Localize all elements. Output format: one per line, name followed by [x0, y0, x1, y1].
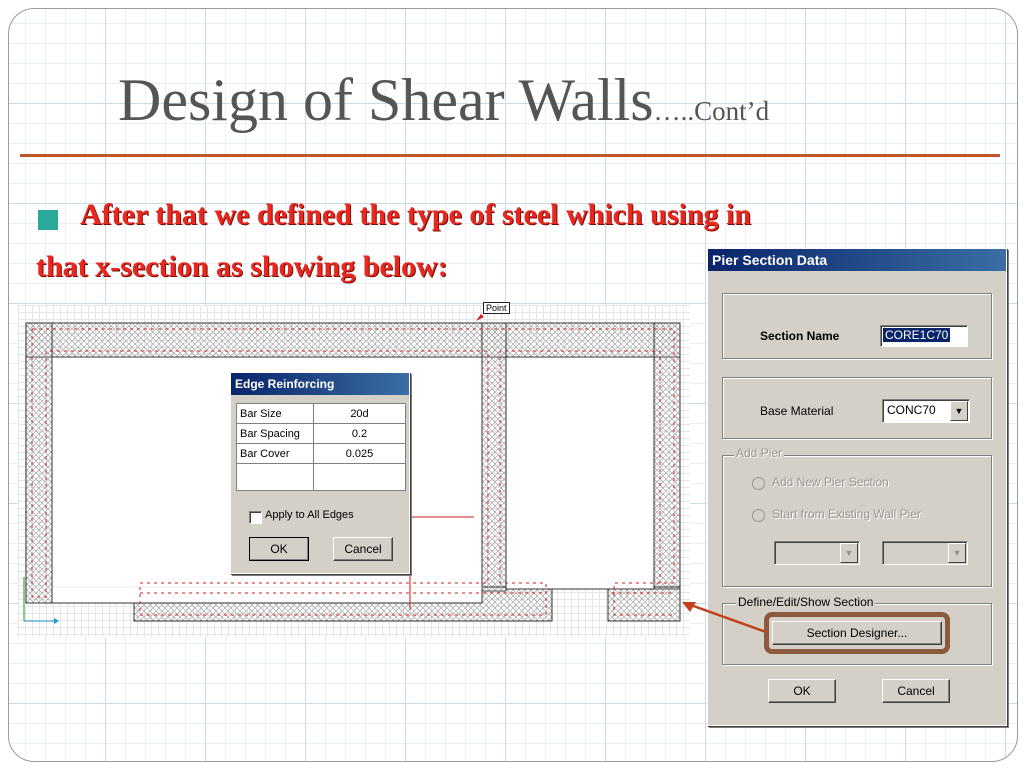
add-pier-group-label: Add Pier: [736, 446, 783, 460]
wall-right: [653, 322, 681, 590]
table-row: Bar Spacing 0.2: [236, 423, 406, 444]
start-existing-radio[interactable]: [752, 509, 765, 522]
bar-spacing-label: Bar Spacing: [236, 423, 314, 444]
pier-label-select[interactable]: ▼: [882, 541, 968, 565]
bar-size-label: Bar Size: [236, 403, 314, 424]
title-suffix: …..Cont’d: [653, 96, 770, 126]
chevron-down-icon[interactable]: ▼: [950, 401, 968, 421]
add-new-pier-radio[interactable]: [752, 477, 765, 490]
table-row: Bar Cover 0.025: [236, 443, 406, 464]
apply-all-label: Apply to All Edges: [265, 509, 354, 521]
wall-middle: [481, 322, 507, 592]
base-material-value: CONC70: [887, 403, 936, 417]
flange-bottom-right: [607, 586, 681, 622]
edge-dialog-grid: Bar Size 20d Bar Spacing 0.2 Bar Cover 0…: [231, 395, 409, 491]
edge-cancel-button[interactable]: Cancel: [333, 537, 393, 561]
section-name-value: CORE1C70: [883, 328, 951, 342]
edge-reinforcing-dialog: Edge Reinforcing Bar Size 20d Bar Spacin…: [230, 372, 410, 574]
table-row: Bar Size 20d: [236, 403, 406, 424]
bullet-text-line2: that x-section as showing below:: [36, 250, 448, 283]
start-existing-label: Start from Existing Wall Pier: [772, 507, 921, 521]
edge-dialog-title: Edge Reinforcing: [231, 373, 409, 395]
callout-arrow-icon: [682, 602, 767, 634]
pier-ok-button[interactable]: OK: [768, 679, 836, 703]
bullet-text-line1: After that we defined the type of steel …: [80, 198, 752, 231]
empty-cell[interactable]: [313, 463, 406, 491]
wall-top: [25, 322, 681, 358]
section-name-field[interactable]: CORE1C70: [880, 325, 968, 347]
apply-all-checkbox[interactable]: [249, 511, 262, 524]
pier-dialog-title: Pier Section Data: [708, 249, 1006, 271]
bullet-square-icon: [38, 210, 58, 230]
point-label: Point: [483, 302, 510, 314]
pier-section-dialog: Pier Section Data Section Name CORE1C70 …: [707, 248, 1007, 726]
chevron-down-icon[interactable]: ▼: [840, 543, 858, 563]
bar-spacing-value[interactable]: 0.2: [313, 423, 406, 444]
section-name-label: Section Name: [760, 329, 840, 343]
pier-story-select[interactable]: ▼: [774, 541, 860, 565]
slide-title: Design of Shear Walls…..Cont’d: [118, 67, 770, 133]
bar-cover-value[interactable]: 0.025: [313, 443, 406, 464]
edge-reinforcing-table: Bar Size 20d Bar Spacing 0.2 Bar Cover 0…: [236, 403, 406, 491]
base-material-label: Base Material: [760, 404, 834, 418]
point-marker-icon: [476, 314, 484, 321]
pier-cancel-button[interactable]: Cancel: [882, 679, 950, 703]
edge-ok-button[interactable]: OK: [249, 537, 309, 561]
bar-size-value[interactable]: 20d: [313, 403, 406, 424]
title-divider: [20, 154, 1000, 157]
wall-left: [25, 322, 53, 604]
add-new-pier-label: Add New Pier Section: [772, 475, 889, 489]
bar-cover-label: Bar Cover: [236, 443, 314, 464]
base-material-select[interactable]: CONC70 ▼: [882, 399, 970, 423]
section-designer-highlight: [764, 612, 950, 654]
table-row: [236, 463, 406, 491]
chevron-down-icon[interactable]: ▼: [948, 543, 966, 563]
